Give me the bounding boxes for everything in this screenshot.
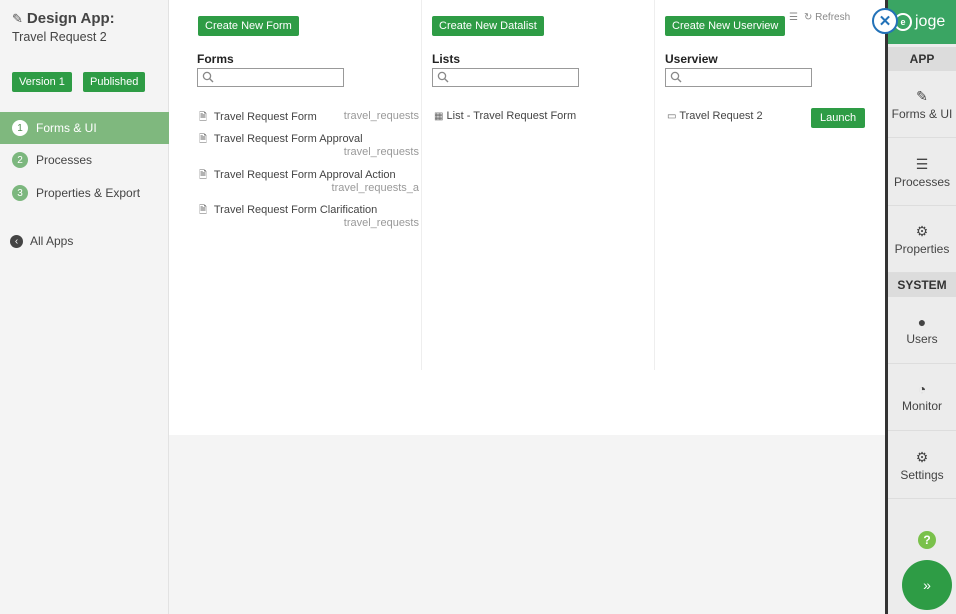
forms-heading: Forms [197,52,234,66]
step-label: Properties & Export [36,186,141,200]
double-chevron-right-icon: » [923,577,931,593]
toolbar-right: ☰ ↻ Refresh [789,12,850,23]
close-icon: ✕ [878,13,892,30]
form-table-name: travel_requests [343,217,419,229]
system-section-header: SYSTEM [888,273,956,297]
help-button[interactable]: ? [918,531,936,549]
userview-name: Travel Request 2 [679,110,763,122]
step-processes[interactable]: 2 Processes [0,144,169,176]
expand-button[interactable]: » [902,560,952,610]
nav-label: Properties [894,242,950,256]
version-badge[interactable]: Version 1 [12,72,72,92]
nav-label: Forms & UI [891,107,953,121]
step-forms-ui[interactable]: 1 Forms & UI [0,112,169,144]
launch-button[interactable]: Launch [811,108,866,128]
create-new-datalist-button[interactable]: Create New Datalist [432,16,544,36]
file-text-icon: 🗎 [199,205,208,216]
cogs-icon: ⚙ [915,449,929,465]
form-table-name: travel_requests_a [331,182,419,194]
form-item[interactable]: 🗎 Travel Request Form travel_requests [199,110,419,127]
step-number: 2 [12,152,28,168]
app-name: Travel Request 2 [12,30,107,44]
design-app-label: Design App: [26,10,115,27]
edit-icon: ✎ [916,88,928,104]
nav-settings[interactable]: ⚙ Settings [888,433,956,499]
step-number: 1 [12,120,28,136]
lists-search-input[interactable] [432,68,579,87]
arrow-left-circle-icon: ‹ [10,234,23,248]
userview-search-input[interactable] [665,68,812,87]
list-item[interactable]: ▦ List - Travel Request Form [434,110,576,122]
forms-column: Create New Form Forms 🗎 Travel Request F… [169,0,421,370]
create-new-form-button[interactable]: Create New Form [198,16,299,36]
all-apps-label: All Apps [30,234,74,248]
nav-label: Monitor [901,399,942,413]
list-view-icon[interactable]: ☰ [789,12,798,23]
form-item[interactable]: 🗎 Travel Request Form Clarification trav… [199,203,419,229]
nav-monitor[interactable]: ◔ Monitor [888,365,956,431]
file-text-icon: 🗎 [199,134,208,145]
nav-properties[interactable]: ⚙ Properties [888,207,956,273]
refresh-button[interactable]: ↻ Refresh [804,12,850,23]
form-table-name: travel_requests [343,110,419,122]
userview-column: Create New Userview Userview ▭ Travel Re… [654,0,885,370]
nav-processes[interactable]: ☰ Processes [888,140,956,206]
form-table-name: travel_requests [343,146,419,158]
user-icon: ● [917,314,927,330]
form-item[interactable]: 🗎 Travel Request Form Approval Action tr… [199,168,419,194]
nav-label: Settings [900,468,944,482]
userview-heading: Userview [665,52,718,66]
step-label: Forms & UI [36,121,97,135]
form-name: Travel Request Form Approval Action [213,169,396,181]
userview-item[interactable]: ▭ Travel Request 2 [667,110,763,122]
design-app-title: ✎ Design App: [12,10,115,27]
step-label: Processes [36,153,93,167]
create-new-userview-button[interactable]: Create New Userview [665,16,786,36]
dashboard-icon: ◔ [917,381,927,397]
file-text-icon: 🗎 [199,170,208,181]
forms-search-input[interactable] [197,68,344,87]
monitor-icon: ▭ [667,111,677,122]
form-item[interactable]: 🗎 Travel Request Form Approval travel_re… [199,132,419,158]
lists-column: Create New Datalist Lists ▦ List - Trave… [421,0,654,370]
app-section-header: APP [888,47,956,71]
logo-text: joge [915,13,946,30]
file-text-icon: 🗎 [199,112,208,123]
list-icon: ☰ [915,156,929,172]
form-name: Travel Request Form Clarification [213,204,378,216]
gear-icon: ⚙ [915,223,929,239]
form-name: Travel Request Form Approval [213,133,363,145]
nav-label: Processes [893,175,951,189]
nav-forms-ui[interactable]: ✎ Forms & UI [888,72,956,138]
refresh-label: Refresh [815,12,851,23]
left-sidebar: ✎ Design App: Travel Request 2 Version 1… [0,0,169,614]
published-badge[interactable]: Published [83,72,146,92]
right-nav: e joge APP ✎ Forms & UI ☰ Processes ⚙ Pr… [888,0,956,614]
nav-users[interactable]: ● Users [888,298,956,364]
all-apps-link[interactable]: ‹ All Apps [10,234,73,248]
lists-heading: Lists [432,52,461,66]
step-properties-export[interactable]: 3 Properties & Export [0,177,169,209]
form-name: Travel Request Form [213,111,317,123]
close-button[interactable]: ✕ [872,8,898,34]
step-number: 3 [12,185,28,201]
nav-label: Users [906,332,938,346]
table-icon: ▦ [434,111,444,122]
joget-logo: e joge [888,0,956,44]
main-panel: Create New Form Forms 🗎 Travel Request F… [169,0,885,435]
list-name: List - Travel Request Form [446,110,577,122]
empty-bottom-area [169,435,885,614]
pencil-square-icon: ✎ [12,10,23,26]
